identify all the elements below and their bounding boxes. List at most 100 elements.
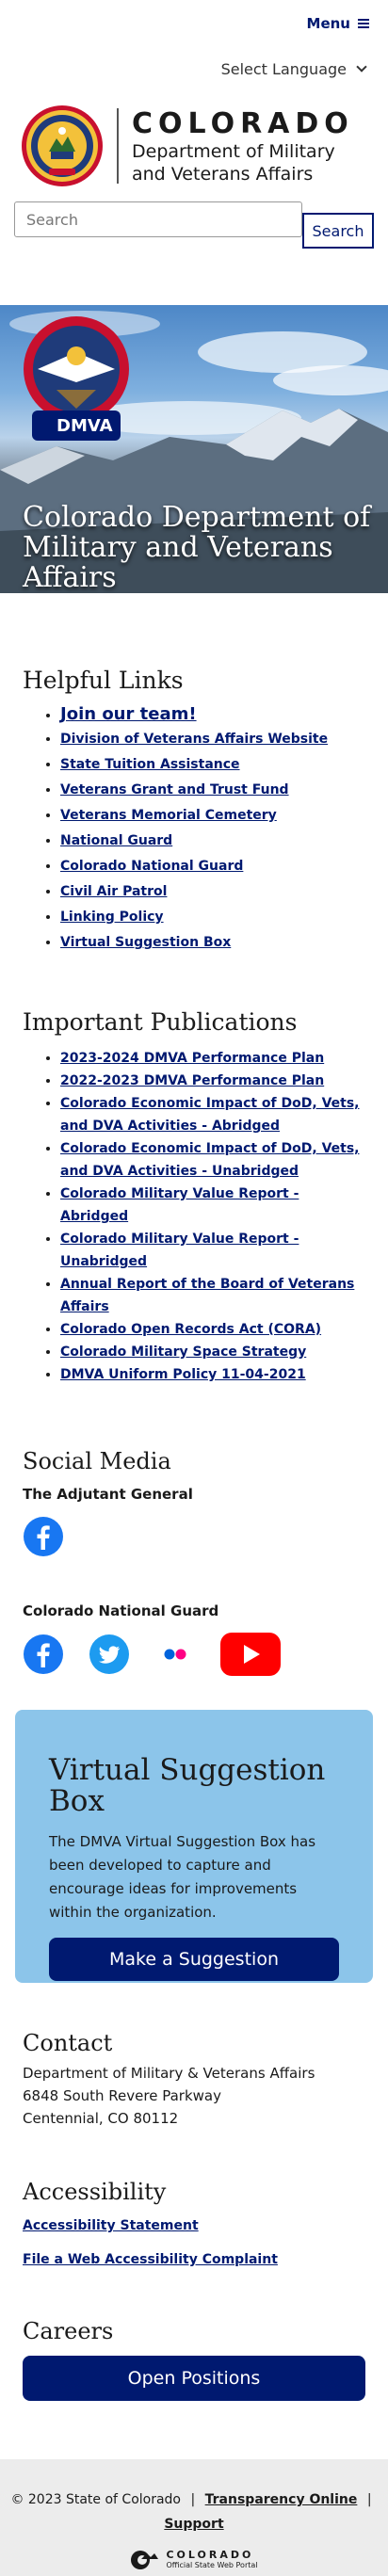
search-button[interactable]: Search <box>302 213 374 249</box>
contact-section: Contact Department of Military & Veteran… <box>0 2030 388 2130</box>
list-item: Colorado Open Records Act (CORA) <box>60 1318 365 1341</box>
hamburger-icon <box>358 17 369 30</box>
careers-heading: Careers <box>23 2318 114 2344</box>
publications-heading: Important Publications <box>23 1008 298 1036</box>
list-item: State Tuition Assistance <box>60 752 365 778</box>
accessibility-statement-link[interactable]: Accessibility Statement <box>23 2216 365 2235</box>
pub-link[interactable]: Colorado Economic Impact of DoD, Vets, a… <box>60 1096 359 1134</box>
youtube-icon[interactable] <box>220 1633 281 1676</box>
accessibility-section: Accessibility Accessibility Statement Fi… <box>0 2179 388 2269</box>
site-logo[interactable]: COLORADO Department of Military and Vete… <box>0 90 388 201</box>
national-guard-label: Colorado National Guard <box>23 1602 219 1619</box>
list-item: Join our team! <box>60 703 365 727</box>
portal-logo-text: COLORADO Official State Web Portal <box>166 2550 257 2570</box>
make-suggestion-button[interactable]: Make a Suggestion <box>49 1938 339 1981</box>
search-input[interactable] <box>14 201 302 237</box>
footer-separator: | <box>366 2492 372 2507</box>
list-item: 2023-2024 DMVA Performance Plan <box>60 1047 365 1070</box>
search-form: Search <box>0 201 388 267</box>
list-item: Colorado Economic Impact of DoD, Vets, a… <box>60 1137 365 1183</box>
footer-separator: | <box>190 2492 196 2507</box>
helpful-links-section: Helpful Links Join our team! Division of… <box>0 667 388 956</box>
social-media-section: Social Media The Adjutant General Colora… <box>0 1448 388 1676</box>
link-dva-website[interactable]: Division of Veterans Affairs Website <box>60 732 328 747</box>
join-team-link[interactable]: Join our team! <box>60 704 197 724</box>
link-suggestion-box[interactable]: Virtual Suggestion Box <box>60 935 231 950</box>
pub-link[interactable]: Annual Report of the Board of Veterans A… <box>60 1277 354 1314</box>
pub-link[interactable]: DMVA Uniform Policy 11-04-2021 <box>60 1367 306 1382</box>
list-item: Colorado Economic Impact of DoD, Vets, a… <box>60 1092 365 1137</box>
social-heading: Social Media <box>23 1448 171 1474</box>
list-item: Colorado Military Space Strategy <box>60 1341 365 1363</box>
hero-title: Colorado Department of Military and Vete… <box>23 501 371 593</box>
accessibility-complaint-link[interactable]: File a Web Accessibility Complaint <box>23 2250 365 2269</box>
open-positions-button[interactable]: Open Positions <box>23 2356 365 2401</box>
careers-section: Careers Open Positions <box>0 2318 388 2401</box>
contact-heading: Contact <box>23 2030 113 2056</box>
adjutant-social-icons <box>23 1516 365 1557</box>
suggestion-body: The DMVA Virtual Suggestion Box has been… <box>49 1833 316 1921</box>
portal-logo-title: COLORADO <box>166 2549 254 2561</box>
logo-dept-line2: and Veterans Affairs <box>132 163 314 185</box>
colorado-portal-logo[interactable]: COLORADO Official State Web Portal <box>0 2550 388 2570</box>
pub-link[interactable]: Colorado Military Value Report - Unabrid… <box>60 1232 299 1269</box>
list-item: Annual Report of the Board of Veterans A… <box>60 1273 365 1318</box>
list-item: Division of Veterans Affairs Website <box>60 727 365 752</box>
adjutant-general-label: The Adjutant General <box>23 1486 193 1503</box>
colorado-seal-icon <box>22 105 103 186</box>
chevron-down-icon <box>356 61 367 72</box>
publications-section: Important Publications 2023-2024 DMVA Pe… <box>0 1008 388 1386</box>
helpful-links-heading: Helpful Links <box>23 667 184 694</box>
facebook-icon[interactable] <box>23 1516 64 1557</box>
list-item: Linking Policy <box>60 905 365 930</box>
pub-link[interactable]: Colorado Open Records Act (CORA) <box>60 1322 321 1337</box>
menu-button[interactable]: Menu <box>307 15 369 32</box>
list-item: DMVA Uniform Policy 11-04-2021 <box>60 1363 365 1386</box>
pub-link[interactable]: Colorado Military Value Report - Abridge… <box>60 1186 299 1224</box>
list-item: Colorado Military Value Report - Unabrid… <box>60 1228 365 1273</box>
list-item: Civil Air Patrol <box>60 879 365 905</box>
logo-text: COLORADO Department of Military and Vete… <box>132 107 354 185</box>
list-item: National Guard <box>60 829 365 854</box>
suggestion-heading: Virtual Suggestion Box <box>49 1753 326 1818</box>
link-tuition[interactable]: State Tuition Assistance <box>60 757 240 772</box>
badge-text: DMVA <box>57 416 113 436</box>
support-link[interactable]: Support <box>164 2517 223 2532</box>
link-linking-policy[interactable]: Linking Policy <box>60 910 164 925</box>
hero-banner: DMVA Colorado Department of Military and… <box>0 305 388 593</box>
footer-support-row: Support <box>0 2512 388 2536</box>
accessibility-heading: Accessibility <box>23 2179 167 2205</box>
menu-label: Menu <box>306 15 350 32</box>
pub-link[interactable]: Colorado Economic Impact of DoD, Vets, a… <box>60 1141 359 1179</box>
logo-dept-line1: Department of Military <box>132 140 335 162</box>
contact-street: 6848 South Revere Parkway <box>23 2087 221 2104</box>
link-co-national-guard[interactable]: Colorado National Guard <box>60 859 243 874</box>
pub-link[interactable]: 2023-2024 DMVA Performance Plan <box>60 1051 324 1066</box>
facebook-icon[interactable] <box>23 1634 64 1675</box>
language-selector[interactable]: Select Language <box>0 47 388 90</box>
list-item: Colorado National Guard <box>60 854 365 879</box>
flickr-icon[interactable] <box>154 1634 196 1675</box>
pub-link[interactable]: 2022-2023 DMVA Performance Plan <box>60 1073 324 1088</box>
link-national-guard[interactable]: National Guard <box>60 833 172 848</box>
list-item: Veterans Grant and Trust Fund <box>60 778 365 803</box>
transparency-link[interactable]: Transparency Online <box>205 2492 358 2507</box>
site-footer: © 2023 State of Colorado | Transparency … <box>0 2459 388 2576</box>
pub-link[interactable]: Colorado Military Space Strategy <box>60 1344 306 1360</box>
language-label: Select Language <box>220 59 347 78</box>
list-item: Veterans Memorial Cemetery <box>60 803 365 829</box>
contact-city: Centennial, CO 80112 <box>23 2110 179 2127</box>
link-grant-fund[interactable]: Veterans Grant and Trust Fund <box>60 782 289 797</box>
contact-org: Department of Military & Veterans Affair… <box>23 2065 315 2082</box>
list-item: Virtual Suggestion Box <box>60 930 365 956</box>
top-bar: Menu <box>0 0 388 47</box>
logo-divider <box>117 108 119 184</box>
link-civil-air-patrol[interactable]: Civil Air Patrol <box>60 884 167 899</box>
twitter-icon[interactable] <box>89 1634 130 1675</box>
list-item: 2022-2023 DMVA Performance Plan <box>60 1070 365 1092</box>
footer-links: © 2023 State of Colorado | Transparency … <box>0 2487 388 2512</box>
link-cemetery[interactable]: Veterans Memorial Cemetery <box>60 808 277 823</box>
portal-logo-subtitle: Official State Web Portal <box>166 2561 258 2569</box>
logo-title: COLORADO <box>132 106 354 140</box>
suggestion-box-card: Virtual Suggestion Box The DMVA Virtual … <box>15 1710 373 1983</box>
